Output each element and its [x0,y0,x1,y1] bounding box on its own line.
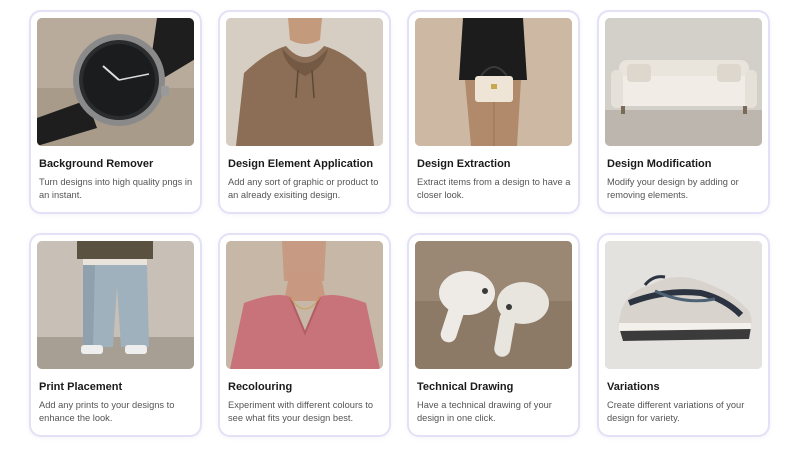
hoodie-photo [226,18,383,146]
card-design-extraction[interactable]: Design Extraction Extract items from a d… [407,10,580,214]
sneaker-photo [605,241,762,369]
card-title: Variations [607,381,660,393]
card-title: Technical Drawing [417,381,514,393]
card-title: Background Remover [39,158,154,170]
card-design-element-application[interactable]: Design Element Application Add any sort … [218,10,391,214]
satin-top-photo [226,241,383,369]
sofa-photo [605,18,762,146]
card-description: Extract items from a design to have a cl… [417,177,571,200]
card-description: Experiment with different colours to see… [228,400,374,423]
feature-grid: Background Remover Turn designs into hig… [0,0,800,450]
card-title: Design Extraction [417,158,511,170]
card-title: Design Element Application [228,158,374,170]
card-title: Print Placement [39,381,123,393]
card-design-modification[interactable]: Design Modification Modify your design b… [597,10,770,214]
card-title: Design Modification [607,158,712,170]
jeans-photo [37,241,194,369]
card-description: Add any prints to your designs to enhanc… [39,400,175,423]
card-title: Recolouring [228,381,293,393]
handbag-photo [415,18,572,146]
card-variations[interactable]: Variations Create different variations o… [597,233,770,437]
earbuds-photo [415,241,572,369]
card-description: Have a technical drawing of your design … [417,400,552,423]
card-technical-drawing[interactable]: Technical Drawing Have a technical drawi… [407,233,580,437]
watch-photo [37,18,194,146]
card-print-placement[interactable]: Print Placement Add any prints to your d… [29,233,202,437]
card-description: Turn designs into high quality pngs in a… [39,177,193,200]
card-recolouring[interactable]: Recolouring Experiment with different co… [218,233,391,437]
card-description: Create different variations of your desi… [607,400,745,423]
card-description: Add any sort of graphic or product to an… [228,177,379,200]
card-background-remover[interactable]: Background Remover Turn designs into hig… [29,10,202,214]
card-description: Modify your design by adding or removing… [607,177,739,200]
